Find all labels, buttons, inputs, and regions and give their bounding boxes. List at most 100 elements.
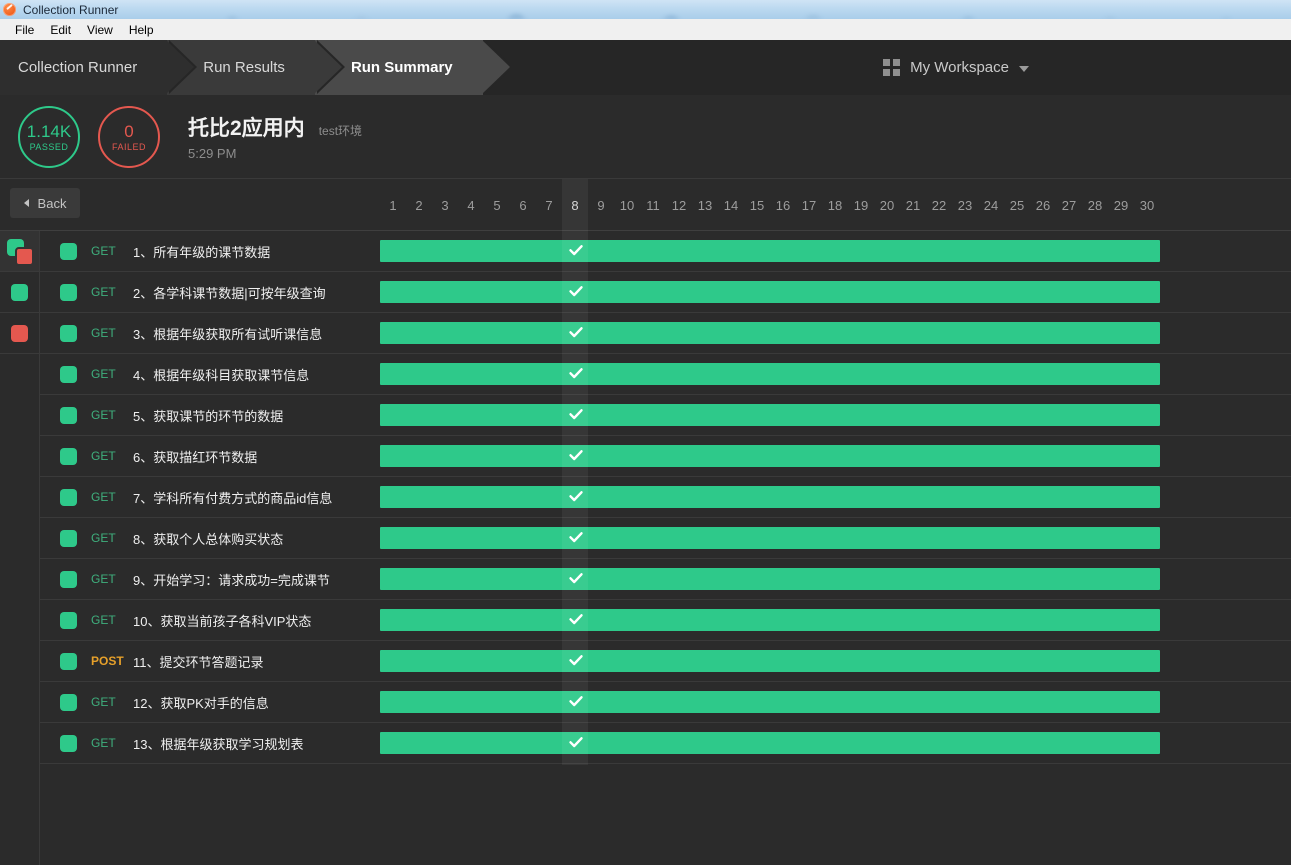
menu-help[interactable]: Help (121, 22, 162, 38)
status-badge (60, 570, 77, 588)
workspace-selector[interactable]: My Workspace (883, 40, 1029, 95)
all-results-filter[interactable] (0, 231, 39, 272)
table-row[interactable]: GET 13、根据年级获取学习规划表 (40, 723, 1291, 764)
iteration-number-2[interactable]: 2 (406, 179, 432, 231)
iteration-number-7[interactable]: 7 (536, 179, 562, 231)
request-method: GET (91, 244, 116, 258)
request-name: 10、获取当前孩子各科VIP状态 (133, 613, 312, 629)
iteration-number-14[interactable]: 14 (718, 179, 744, 231)
request-method: GET (91, 285, 116, 299)
tab-run-summary-label: Run Summary (350, 59, 453, 76)
iteration-number-10[interactable]: 10 (614, 179, 640, 231)
passed-results-filter[interactable] (0, 272, 39, 313)
iteration-number-22[interactable]: 22 (926, 179, 952, 231)
menu-bar: File Edit View Help (0, 19, 1291, 40)
iteration-number-24[interactable]: 24 (978, 179, 1004, 231)
check-icon (568, 693, 584, 709)
table-row[interactable]: GET 7、学科所有付费方式的商品id信息 (40, 477, 1291, 518)
failed-caption: FAILED (111, 141, 146, 152)
check-icon (568, 406, 584, 422)
request-name: 5、获取课节的环节的数据 (133, 408, 284, 424)
request-method: GET (91, 326, 116, 340)
iteration-number-25[interactable]: 25 (1004, 179, 1030, 231)
status-badge (60, 406, 77, 424)
iteration-number-15[interactable]: 15 (744, 179, 770, 231)
iteration-number-4[interactable]: 4 (458, 179, 484, 231)
iteration-number-13[interactable]: 13 (692, 179, 718, 231)
result-bar (380, 404, 1160, 426)
request-name: 7、学科所有付费方式的商品id信息 (133, 490, 333, 506)
table-row[interactable]: GET 2、各学科课节数据|可按年级查询 (40, 272, 1291, 313)
failed-results-filter[interactable] (0, 313, 39, 354)
iteration-number-11[interactable]: 11 (640, 179, 666, 231)
result-bar (380, 281, 1160, 303)
table-row[interactable]: GET 6、获取描红环节数据 (40, 436, 1291, 477)
status-badge (60, 693, 77, 711)
request-name: 11、提交环节答题记录 (133, 654, 264, 670)
status-badge (60, 447, 77, 465)
iteration-number-28[interactable]: 28 (1082, 179, 1108, 231)
result-bar (380, 650, 1160, 672)
iteration-number-9[interactable]: 9 (588, 179, 614, 231)
table-row[interactable]: GET 12、获取PK对手的信息 (40, 682, 1291, 723)
failed-count: 0 (124, 121, 134, 141)
tab-collection-runner[interactable]: Collection Runner (0, 40, 198, 95)
table-row[interactable]: POST 11、提交环节答题记录 (40, 641, 1291, 682)
menu-edit[interactable]: Edit (42, 22, 79, 38)
iteration-number-5[interactable]: 5 (484, 179, 510, 231)
menu-view[interactable]: View (79, 22, 121, 38)
iteration-number-21[interactable]: 21 (900, 179, 926, 231)
table-row[interactable]: GET 10、获取当前孩子各科VIP状态 (40, 600, 1291, 641)
back-button[interactable]: Back (10, 188, 80, 218)
tab-run-results-label: Run Results (203, 59, 285, 76)
request-name: 13、根据年级获取学习规划表 (133, 736, 304, 752)
table-row[interactable]: GET 3、根据年级获取所有试听课信息 (40, 313, 1291, 354)
status-badge (60, 242, 77, 260)
iteration-number-16[interactable]: 16 (770, 179, 796, 231)
status-badge (60, 324, 77, 342)
iteration-number-27[interactable]: 27 (1056, 179, 1082, 231)
status-badge (60, 734, 77, 752)
request-method: GET (91, 449, 116, 463)
status-badge (60, 365, 77, 383)
iteration-number-12[interactable]: 12 (666, 179, 692, 231)
iteration-number-20[interactable]: 20 (874, 179, 900, 231)
passed-stat-badge: 1.14K PASSED (18, 105, 80, 168)
iteration-number-26[interactable]: 26 (1030, 179, 1056, 231)
result-bar (380, 732, 1160, 754)
iteration-number-19[interactable]: 19 (848, 179, 874, 231)
request-name: 12、获取PK对手的信息 (133, 695, 269, 711)
table-row[interactable]: GET 1、所有年级的课节数据 (40, 231, 1291, 272)
chevron-down-icon (1019, 65, 1029, 72)
failed-stat-badge: 0 FAILED (98, 105, 160, 168)
grid-icon (883, 59, 901, 76)
result-bar (380, 322, 1160, 344)
check-icon (568, 570, 584, 586)
check-icon (568, 447, 584, 463)
request-method: GET (91, 531, 116, 545)
request-method: GET (91, 408, 116, 422)
iteration-number-17[interactable]: 17 (796, 179, 822, 231)
menu-file[interactable]: File (7, 22, 42, 38)
run-summary-header: 1.14K PASSED 0 FAILED 托比2应用内 test环境 5:29… (0, 95, 1291, 179)
iteration-number-18[interactable]: 18 (822, 179, 848, 231)
passed-count: 1.14K (26, 121, 72, 141)
table-row[interactable]: GET 8、获取个人总体购买状态 (40, 518, 1291, 559)
iteration-number-8[interactable]: 8 (562, 179, 588, 231)
iteration-number-30[interactable]: 30 (1134, 179, 1160, 231)
iteration-number-23[interactable]: 23 (952, 179, 978, 231)
status-badge (60, 529, 77, 547)
passed-caption: PASSED (29, 141, 69, 152)
iteration-number-3[interactable]: 3 (432, 179, 458, 231)
iteration-number-1[interactable]: 1 (380, 179, 406, 231)
request-name: 4、根据年级科目获取课节信息 (133, 367, 310, 383)
table-row[interactable]: GET 4、根据年级科目获取课节信息 (40, 354, 1291, 395)
check-icon (568, 734, 584, 750)
status-badge (60, 652, 77, 670)
request-method: GET (91, 490, 116, 504)
iteration-number-29[interactable]: 29 (1108, 179, 1134, 231)
table-row[interactable]: GET 5、获取课节的环节的数据 (40, 395, 1291, 436)
iteration-number-6[interactable]: 6 (510, 179, 536, 231)
table-row[interactable]: GET 9、开始学习：请求成功=完成课节 (40, 559, 1291, 600)
request-name: 9、开始学习：请求成功=完成课节 (133, 572, 330, 588)
